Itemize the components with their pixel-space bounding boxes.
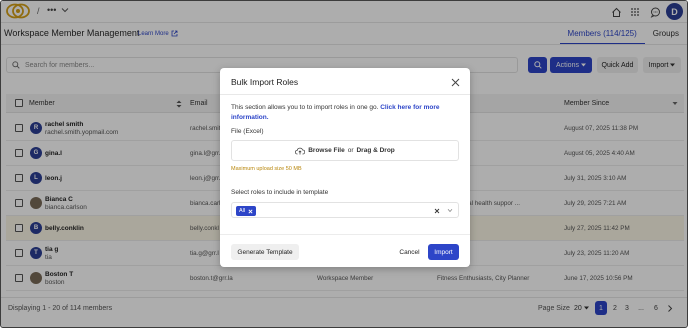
generate-template-button[interactable]: Generate Template [231,244,299,260]
app-window: / ••• D Workspace Member Management Lear… [0,0,688,328]
file-label: File (Excel) [231,128,264,135]
chevron-down-icon[interactable] [447,208,453,213]
or-text: or [347,147,354,154]
role-chip: All [236,206,257,216]
roles-select[interactable]: All [231,202,459,218]
cancel-button[interactable]: Cancel [397,244,422,260]
modal-title: Bulk Import Roles [231,77,299,87]
browse-file-label: Browse File [308,147,345,154]
import-submit-button[interactable]: Import [428,244,459,260]
description-text: This section allows you to to import rol… [231,104,379,111]
modal-footer-divider [220,234,470,235]
remove-chip-icon[interactable] [248,208,253,214]
cloud-upload-icon [295,147,306,154]
modal-divider [220,94,470,95]
modal-description: This section allows you to to import rol… [231,103,456,122]
max-upload-hint: Maximum upload size 50 MB [231,166,302,172]
drag-drop-label: Drag & Drop [356,147,395,154]
file-dropzone[interactable]: Browse File or Drag & Drop [231,140,459,161]
close-icon[interactable] [451,78,460,87]
bulk-import-modal: Bulk Import Roles This section allows yo… [220,68,470,267]
role-chip-label: All [239,208,246,214]
select-roles-label: Select roles to include in template [231,189,329,196]
clear-icon[interactable] [434,208,440,214]
